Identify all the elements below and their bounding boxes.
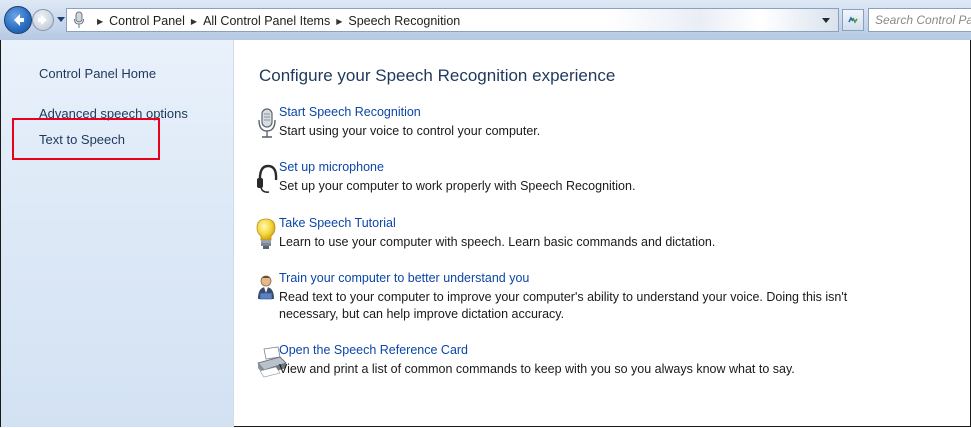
- task-description: Learn to use your computer with speech. …: [279, 235, 716, 249]
- task-description: View and print a list of common commands…: [279, 362, 795, 376]
- forward-button[interactable]: [32, 9, 54, 31]
- breadcrumb-separator-icon[interactable]: ▶: [97, 17, 103, 26]
- task-description: Start using your voice to control your c…: [279, 124, 541, 138]
- control-panel-home-link[interactable]: Control Panel Home: [39, 66, 156, 81]
- refresh-icon: [848, 16, 858, 24]
- forward-arrow-icon: [38, 15, 47, 25]
- task-description: Set up your computer to work properly wi…: [279, 179, 636, 193]
- address-bar-strip: ▶ Control Panel ▶ All Control Panel Item…: [0, 0, 971, 40]
- page-title: Configure your Speech Recognition experi…: [259, 66, 616, 85]
- left-navigation-pane: Control Panel Home Advanced speech optio…: [1, 40, 234, 427]
- take-speech-tutorial-link[interactable]: Take Speech Tutorial: [279, 216, 396, 230]
- breadcrumb-separator-icon[interactable]: ▶: [191, 17, 197, 26]
- microphone-icon: [74, 11, 84, 28]
- set-up-microphone-link[interactable]: Set up microphone: [279, 160, 384, 174]
- breadcrumb-all-items[interactable]: All Control Panel Items: [203, 14, 330, 28]
- text-to-speech-link[interactable]: Text to Speech: [39, 132, 125, 147]
- recent-pages-dropdown[interactable]: [57, 17, 65, 22]
- search-box[interactable]: [868, 8, 971, 32]
- open-speech-reference-card-link[interactable]: Open the Speech Reference Card: [279, 343, 468, 357]
- address-dropdown-icon[interactable]: [822, 18, 830, 23]
- refresh-button[interactable]: [842, 9, 864, 31]
- breadcrumb-speech-recognition[interactable]: Speech Recognition: [348, 14, 460, 28]
- back-button[interactable]: [4, 6, 32, 34]
- back-arrow-icon: [14, 14, 24, 26]
- breadcrumb: ▶ Control Panel ▶ All Control Panel Item…: [91, 12, 460, 30]
- breadcrumb-control-panel[interactable]: Control Panel: [109, 14, 185, 28]
- train-computer-link[interactable]: Train your computer to better understand…: [279, 271, 529, 285]
- task-description: Read text to your computer to improve yo…: [279, 290, 848, 321]
- breadcrumb-separator-icon[interactable]: ▶: [336, 17, 342, 26]
- address-box[interactable]: ▶ Control Panel ▶ All Control Panel Item…: [66, 8, 839, 32]
- search-input[interactable]: [875, 10, 971, 30]
- start-speech-recognition-link[interactable]: Start Speech Recognition: [279, 105, 421, 119]
- advanced-speech-options-link[interactable]: Advanced speech options: [39, 106, 188, 121]
